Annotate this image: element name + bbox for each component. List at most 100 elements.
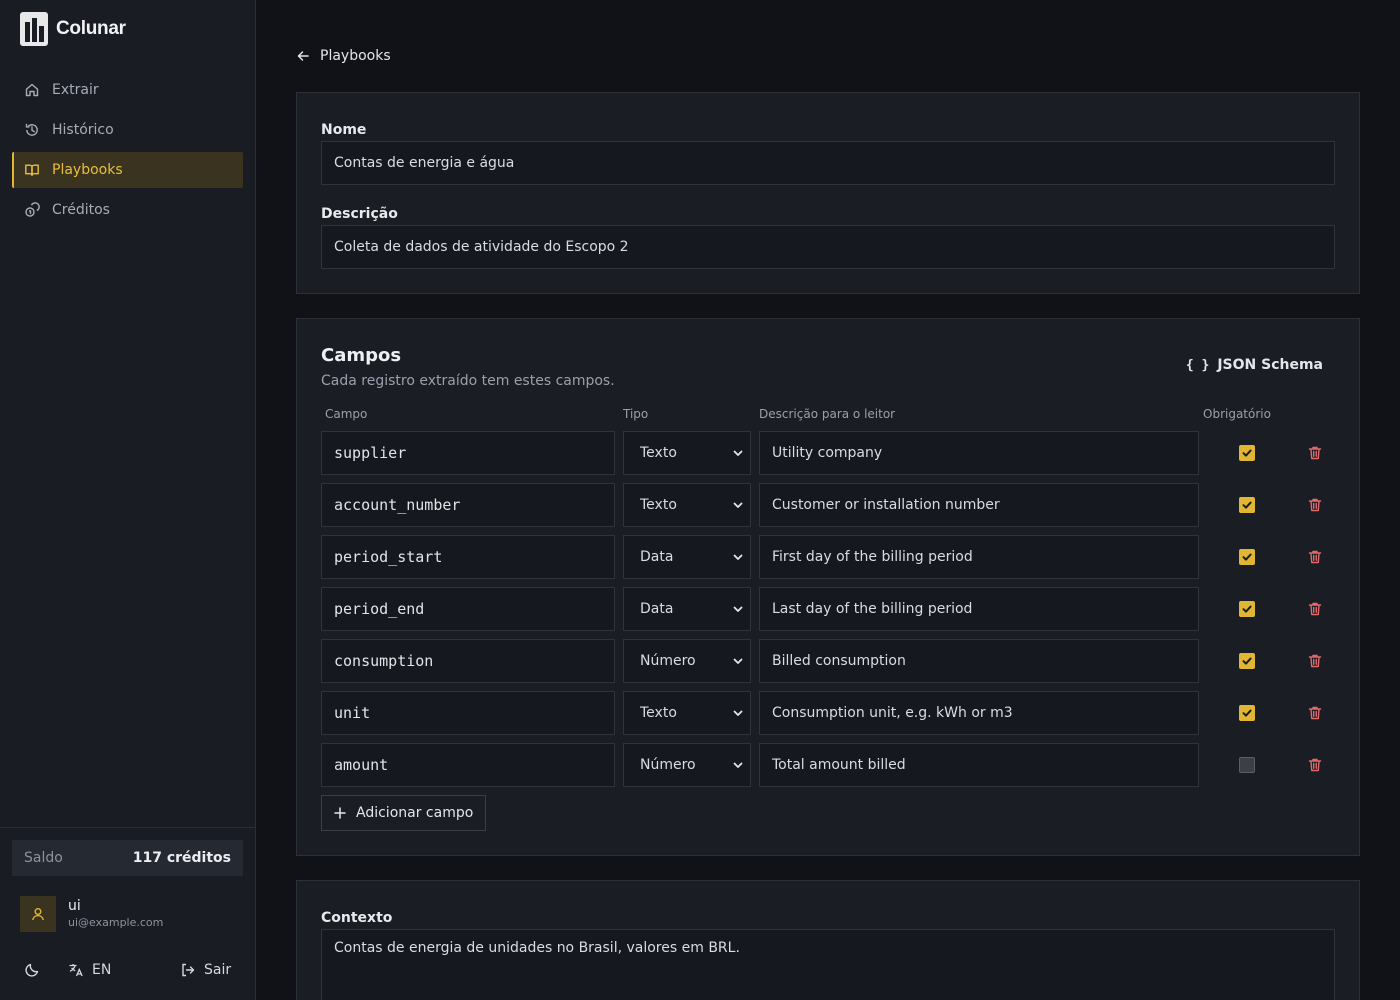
delete-field-button[interactable]: [1307, 549, 1323, 565]
sidebar-item-historico[interactable]: Histórico: [12, 112, 243, 148]
description-input[interactable]: Coleta de dados de atividade do Escopo 2: [321, 225, 1335, 269]
brand-name: Colunar: [56, 18, 126, 39]
field-description-input[interactable]: Total amount billed: [759, 743, 1199, 787]
context-card: Contexto Contas de energia de unidades n…: [296, 880, 1360, 1000]
sidebar-item-label: Histórico: [52, 122, 114, 138]
field-type-select[interactable]: Texto: [623, 691, 751, 735]
back-link[interactable]: Playbooks: [296, 48, 391, 64]
chevron-down-icon: [733, 762, 743, 768]
field-description-input[interactable]: Last day of the billing period: [759, 587, 1199, 631]
home-icon: [25, 83, 39, 97]
add-field-button[interactable]: Adicionar campo: [321, 795, 487, 831]
logout-button[interactable]: Sair: [180, 952, 231, 988]
required-checkbox[interactable]: [1239, 497, 1255, 513]
playbook-details-card: Nome Contas de energia e água Descrição …: [296, 92, 1360, 294]
field-name-input[interactable]: period_start: [321, 535, 615, 579]
field-type-select[interactable]: Texto: [623, 431, 751, 475]
delete-field-button[interactable]: [1307, 601, 1323, 617]
field-description-input[interactable]: First day of the billing period: [759, 535, 1199, 579]
field-type-select[interactable]: Texto: [623, 483, 751, 527]
field-type-select[interactable]: Data: [623, 535, 751, 579]
balance-label: Saldo: [24, 850, 63, 866]
chevron-down-icon: [733, 606, 743, 612]
fields-card: Campos Cada registro extraído tem estes …: [296, 318, 1360, 856]
language-button[interactable]: EN: [68, 952, 111, 988]
sidebar-item-extrair[interactable]: Extrair: [12, 72, 243, 108]
balance-value: 117 créditos: [132, 850, 231, 866]
sidebar-nav: Extrair Histórico Playbooks Créditos: [12, 72, 243, 232]
trash-icon: [1308, 602, 1322, 616]
brand[interactable]: Colunar: [20, 12, 126, 46]
delete-field-button[interactable]: [1307, 705, 1323, 721]
colunar-logo-icon: [20, 12, 48, 46]
trash-icon: [1308, 758, 1322, 772]
user-icon: [32, 908, 44, 921]
language-label: EN: [92, 962, 112, 978]
column-header-required: Obrigatório: [1203, 407, 1271, 421]
avatar: [20, 896, 56, 932]
coins-icon: [25, 202, 40, 217]
required-checkbox[interactable]: [1239, 705, 1255, 721]
sidebar-item-playbooks[interactable]: Playbooks: [12, 152, 243, 188]
field-type-value: Texto: [640, 445, 677, 461]
sidebar-item-label: Extrair: [52, 82, 99, 98]
field-name-input[interactable]: consumption: [321, 639, 615, 683]
required-checkbox[interactable]: [1239, 757, 1255, 773]
back-link-label: Playbooks: [320, 48, 391, 64]
field-description-input[interactable]: Utility company: [759, 431, 1199, 475]
field-type-value: Data: [640, 549, 674, 565]
context-label: Contexto: [321, 910, 393, 926]
fields-subtitle: Cada registro extraído tem estes campos.: [321, 373, 615, 389]
field-name-input[interactable]: supplier: [321, 431, 615, 475]
delete-field-button[interactable]: [1307, 653, 1323, 669]
chevron-down-icon: [733, 502, 743, 508]
field-type-select[interactable]: Número: [623, 743, 751, 787]
logout-icon: [182, 963, 195, 977]
field-description-input[interactable]: Consumption unit, e.g. kWh or m3: [759, 691, 1199, 735]
field-type-select[interactable]: Número: [623, 639, 751, 683]
user-profile[interactable]: ui ui@example.com: [20, 896, 163, 932]
chevron-down-icon: [733, 554, 743, 560]
sidebar-item-label: Playbooks: [52, 162, 123, 178]
user-email: ui@example.com: [68, 916, 164, 929]
sidebar-divider: [0, 827, 256, 828]
column-header-field: Campo: [325, 407, 368, 421]
required-checkbox[interactable]: [1239, 601, 1255, 617]
trash-icon: [1308, 654, 1322, 668]
check-icon: [1242, 553, 1252, 561]
json-schema-button[interactable]: { } JSON Schema: [1186, 357, 1323, 373]
field-type-value: Texto: [640, 705, 677, 721]
field-description-input[interactable]: Customer or installation number: [759, 483, 1199, 527]
history-icon: [25, 123, 38, 136]
field-type-select[interactable]: Data: [623, 587, 751, 631]
check-icon: [1242, 657, 1252, 665]
moon-icon: [25, 963, 39, 977]
context-textarea[interactable]: Contas de energia de unidades no Brasil,…: [321, 929, 1335, 1000]
delete-field-button[interactable]: [1307, 757, 1323, 773]
theme-toggle-button[interactable]: [24, 952, 40, 988]
field-name-input[interactable]: period_end: [321, 587, 615, 631]
field-type-value: Número: [640, 757, 696, 773]
delete-field-button[interactable]: [1307, 445, 1323, 461]
field-name-input[interactable]: account_number: [321, 483, 615, 527]
chevron-down-icon: [733, 658, 743, 664]
plus-icon: [334, 807, 346, 819]
name-input[interactable]: Contas de energia e água: [321, 141, 1335, 185]
fields-title: Campos: [321, 345, 402, 366]
braces-icon: { }: [1185, 357, 1210, 373]
sidebar-item-creditos[interactable]: Créditos: [12, 192, 243, 228]
trash-icon: [1308, 550, 1322, 564]
main-content: Playbooks Nome Contas de energia e água …: [256, 0, 1400, 1000]
trash-icon: [1308, 446, 1322, 460]
delete-field-button[interactable]: [1307, 497, 1323, 513]
required-checkbox[interactable]: [1239, 445, 1255, 461]
field-name-input[interactable]: amount: [321, 743, 615, 787]
required-checkbox[interactable]: [1239, 549, 1255, 565]
trash-icon: [1308, 706, 1322, 720]
column-header-type: Tipo: [623, 407, 649, 421]
check-icon: [1242, 709, 1252, 717]
required-checkbox[interactable]: [1239, 653, 1255, 669]
field-description-input[interactable]: Billed consumption: [759, 639, 1199, 683]
field-name-input[interactable]: unit: [321, 691, 615, 735]
user-name: ui: [68, 898, 81, 914]
